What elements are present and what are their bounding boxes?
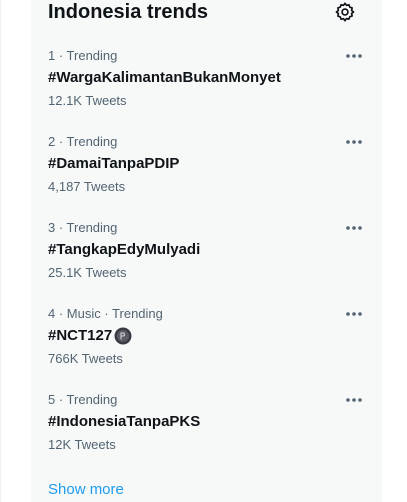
page: Indonesia trends 1 · Trending #WargaKali… <box>0 0 407 502</box>
trend-name[interactable]: #NCT127 <box>48 326 132 346</box>
trend-meta: 2 · Trending <box>48 134 118 149</box>
trend-count: 4,187 Tweets <box>48 179 126 194</box>
more-horizontal-icon <box>346 398 362 402</box>
trend-meta: 4 · Music · Trending <box>48 306 163 321</box>
trend-item[interactable]: 2 · Trending #DamaiTanpaPDIP 4,187 Tweet… <box>31 134 382 220</box>
trend-count: 25.1K Tweets <box>48 265 127 280</box>
panel-title: Indonesia trends <box>48 1 209 23</box>
trend-count: 766K Tweets <box>48 351 123 366</box>
more-button[interactable] <box>340 390 368 410</box>
more-button[interactable] <box>340 132 368 152</box>
more-button[interactable] <box>340 304 368 324</box>
trend-item[interactable]: 3 · Trending #TangkapEdyMulyadi 25.1K Tw… <box>31 220 382 306</box>
trend-name-text: #TangkapEdyMulyadi <box>48 241 201 258</box>
nct-hashflag-icon <box>114 327 132 345</box>
trend-meta: 1 · Trending <box>48 48 118 63</box>
more-horizontal-icon <box>346 226 362 230</box>
more-horizontal-icon <box>346 140 362 144</box>
more-horizontal-icon <box>346 312 362 316</box>
more-button[interactable] <box>340 218 368 238</box>
trend-count: 12K Tweets <box>48 437 116 452</box>
trend-meta: 5 · Trending <box>48 392 118 407</box>
more-button[interactable] <box>340 46 368 66</box>
trend-name-text: #IndonesiaTanpaPKS <box>48 413 201 430</box>
left-divider <box>0 0 1 502</box>
trends-panel: Indonesia trends 1 · Trending #WargaKali… <box>31 0 382 502</box>
trend-name[interactable]: #IndonesiaTanpaPKS <box>48 412 200 432</box>
trend-count: 12.1K Tweets <box>48 93 127 108</box>
trend-name[interactable]: #WargaKalimantanBukanMonyet <box>48 68 281 88</box>
trend-name-text: #NCT127 <box>48 327 113 344</box>
panel-header: Indonesia trends <box>48 0 368 26</box>
trend-meta: 3 · Trending <box>48 220 118 235</box>
trend-item[interactable]: 5 · Trending #IndonesiaTanpaPKS 12K Twee… <box>31 392 382 478</box>
gear-icon[interactable] <box>334 1 356 23</box>
trend-name[interactable]: #TangkapEdyMulyadi <box>48 240 200 260</box>
show-more-link[interactable]: Show more <box>48 480 124 500</box>
trend-item[interactable]: 4 · Music · Trending #NCT127 766K Tweets <box>31 306 382 392</box>
trend-name-text: #DamaiTanpaPDIP <box>48 155 180 172</box>
trend-name[interactable]: #DamaiTanpaPDIP <box>48 154 179 174</box>
trend-name-text: #WargaKalimantanBukanMonyet <box>48 69 281 86</box>
trend-item[interactable]: 1 · Trending #WargaKalimantanBukanMonyet… <box>31 48 382 134</box>
more-horizontal-icon <box>346 54 362 58</box>
